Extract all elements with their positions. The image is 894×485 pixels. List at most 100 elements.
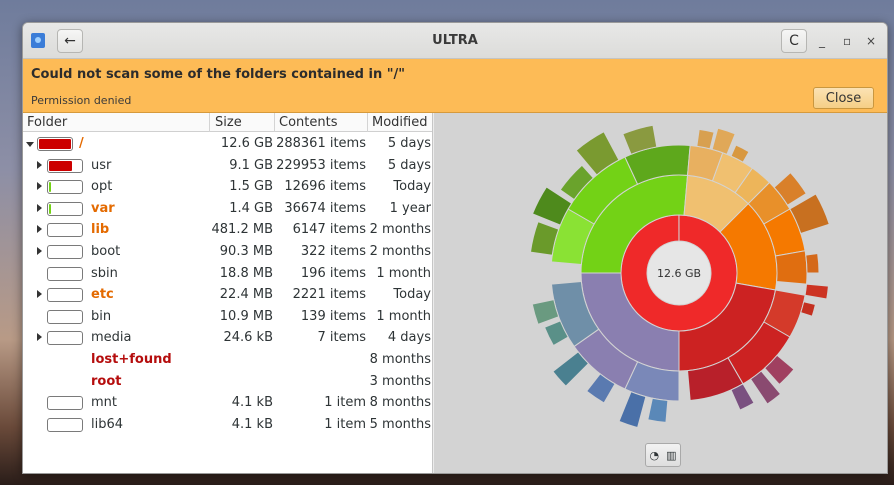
folder-size: 24.6 kB — [223, 330, 273, 346]
folder-contents: 6147 items — [292, 222, 366, 238]
tree-row[interactable]: lib 481.2 MB 6147 items 2 months — [23, 219, 433, 241]
view-switcher: ◔ ▥ — [645, 443, 681, 467]
tree-row[interactable]: media 24.6 kB 7 items 4 days — [23, 327, 433, 349]
folder-contents: 322 items — [300, 244, 366, 259]
tree-row[interactable]: sbin 18.8 MB 196 items 1 month — [23, 263, 433, 285]
ring-center-label: 12.6 GB — [657, 267, 701, 280]
folder-modified: 8 months — [369, 395, 431, 411]
column-modified[interactable]: Modified — [372, 115, 427, 130]
folder-modified: Today — [393, 179, 431, 195]
ring-segment[interactable] — [711, 127, 736, 155]
folder-modified: 2 months — [369, 222, 431, 238]
folder-name: media — [91, 330, 132, 346]
folder-name: lib — [91, 222, 110, 238]
ring-segment[interactable] — [531, 299, 560, 325]
folder-modified: 1 month — [376, 265, 431, 281]
folder-name: root — [91, 373, 122, 389]
close-window-button[interactable]: × — [866, 34, 876, 48]
folder-name: var — [91, 200, 115, 216]
minimize-button[interactable]: _ — [819, 34, 825, 48]
folder-contents: 288361 items — [276, 136, 366, 151]
folder-name: usr — [91, 157, 112, 173]
usage-bar — [47, 223, 83, 238]
usage-bar — [47, 180, 83, 195]
expander-closed-icon[interactable] — [37, 182, 42, 191]
folder-modified: 5 months — [369, 416, 431, 432]
tree-row[interactable]: boot 90.3 MB 322 items 2 months — [23, 241, 433, 263]
folder-contents: 7 items — [317, 330, 366, 346]
folder-modified: 5 days — [387, 136, 431, 151]
folder-contents: 1 item — [324, 395, 366, 411]
baobab-window: ← ULTRA C _ ▫ × Could not scan some of t… — [22, 22, 888, 474]
tree-row[interactable]: lost+found 8 months — [23, 349, 433, 371]
usage-bar — [37, 137, 73, 151]
folder-size: 90.3 MB — [219, 244, 273, 259]
folder-size: 481.2 MB — [211, 222, 273, 238]
usage-bar — [47, 201, 83, 216]
tree-row[interactable]: root 3 months — [23, 371, 433, 393]
ring-segment[interactable] — [618, 391, 647, 429]
usage-bar — [47, 309, 83, 324]
folder-name: mnt — [91, 395, 117, 411]
maximize-button[interactable]: ▫ — [843, 34, 851, 48]
tree-row[interactable]: opt 1.5 GB 12696 items Today — [23, 176, 433, 198]
column-contents[interactable]: Contents — [279, 115, 337, 130]
ring-segment[interactable] — [696, 128, 715, 150]
infobar-close-button[interactable]: Close — [813, 87, 874, 109]
expander-closed-icon[interactable] — [37, 160, 42, 169]
usage-bar — [47, 266, 83, 281]
folder-modified: 8 months — [369, 352, 431, 367]
tree-row[interactable]: / 12.6 GB 288361 items 5 days — [23, 133, 433, 155]
ring-segment[interactable] — [800, 301, 817, 317]
folder-contents: 12696 items — [284, 179, 366, 195]
folder-contents: 196 items — [300, 265, 366, 281]
usage-bar — [47, 417, 83, 432]
infobar-title: Could not scan some of the folders conta… — [31, 67, 406, 82]
ring-segment[interactable] — [774, 250, 808, 285]
folder-size: 4.1 kB — [231, 395, 273, 411]
treemap-chart-icon[interactable]: ▥ — [666, 449, 676, 462]
ring-segment[interactable] — [805, 252, 820, 274]
tree-row[interactable]: lib64 4.1 kB 1 item 5 months — [23, 414, 433, 436]
header-bar: ← ULTRA C _ ▫ × — [23, 23, 887, 59]
folder-modified: Today — [393, 287, 431, 303]
expander-closed-icon[interactable] — [37, 203, 42, 212]
tree-row[interactable]: etc 22.4 MB 2221 items Today — [23, 284, 433, 306]
infobar-subtitle: Permission denied — [31, 94, 132, 107]
folder-contents: 2221 items — [292, 287, 366, 303]
folder-name: / — [79, 136, 84, 151]
folder-size: 22.4 MB — [219, 287, 273, 303]
ring-segment[interactable] — [804, 283, 829, 300]
rings-chart-panel[interactable]: 12.6 GB ◔ ▥ — [434, 113, 888, 473]
tree-row[interactable]: bin 10.9 MB 139 items 1 month — [23, 306, 433, 328]
column-size[interactable]: Size — [215, 115, 242, 130]
refresh-icon: C — [789, 33, 799, 49]
expander-closed-icon[interactable] — [37, 290, 42, 299]
folder-size: 18.8 MB — [219, 265, 273, 281]
expander-closed-icon[interactable] — [37, 247, 42, 255]
folder-contents: 1 item — [324, 416, 366, 432]
tree-row[interactable]: var 1.4 GB 36674 items 1 year — [23, 198, 433, 220]
folder-size: 1.4 GB — [229, 200, 273, 216]
rings-chart-icon[interactable]: ◔ — [649, 449, 659, 462]
folder-size: 12.6 GB — [220, 136, 273, 151]
folder-size: 4.1 kB — [231, 416, 273, 432]
folder-modified: 1 year — [389, 200, 431, 216]
expander-closed-icon[interactable] — [37, 333, 42, 342]
folder-modified: 2 months — [369, 244, 431, 259]
folder-name: opt — [91, 179, 113, 195]
ring-segment[interactable] — [647, 397, 669, 423]
folder-name: lib64 — [91, 416, 124, 432]
folder-tree[interactable]: Folder Size Contents Modified / 12.6 GB 28… — [23, 113, 433, 473]
column-folder[interactable]: Folder — [27, 115, 67, 130]
folder-name: etc — [91, 287, 114, 303]
usage-bar — [47, 331, 83, 346]
tree-row[interactable]: usr 9.1 GB 229953 items 5 days — [23, 155, 433, 177]
refresh-button[interactable]: C — [781, 29, 807, 53]
rings-chart[interactable]: 12.6 GB — [434, 113, 888, 443]
expander-open-icon[interactable] — [26, 142, 34, 147]
usage-bar — [47, 245, 83, 259]
folder-name: boot — [91, 244, 121, 259]
tree-row[interactable]: mnt 4.1 kB 1 item 8 months — [23, 392, 433, 414]
expander-closed-icon[interactable] — [37, 225, 42, 234]
